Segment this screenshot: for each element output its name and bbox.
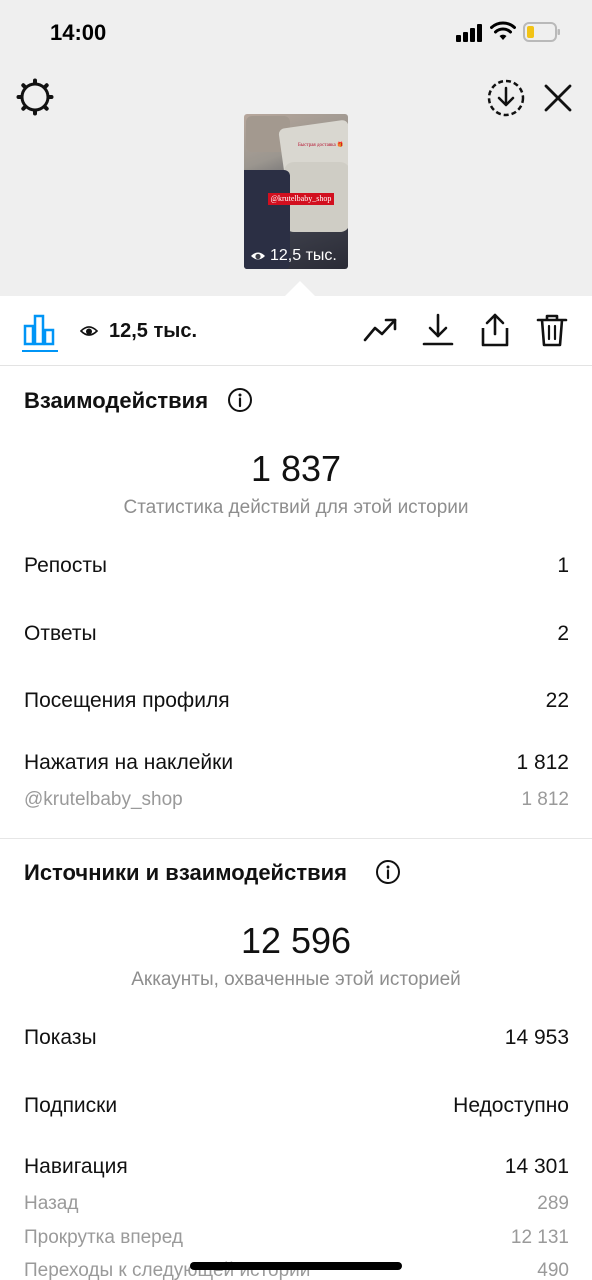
home-indicator[interactable] bbox=[190, 1262, 402, 1270]
discovery-subtitle: Аккаунты, охваченные этой историей bbox=[131, 969, 461, 990]
trending-up-icon[interactable] bbox=[362, 312, 398, 348]
stat-row-reposts: Репосты 1 bbox=[24, 554, 569, 578]
interactions-title: Взаимодействия bbox=[24, 388, 209, 413]
stat-row-profile-visits: Посещения профиля 22 bbox=[24, 689, 569, 713]
stat-label: Показы bbox=[24, 1026, 97, 1049]
stat-value: 1 bbox=[557, 554, 569, 577]
active-tab-indicator bbox=[22, 350, 58, 352]
stat-label: Посещения профиля bbox=[24, 689, 230, 712]
viewers-count[interactable]: 12,5 тыс. bbox=[109, 320, 197, 343]
stat-row-navigation: Навигация 14 301 bbox=[24, 1155, 569, 1179]
story-preview-area: 14:00 Быстрая доставка 🎁 @krutelbaby_sho… bbox=[0, 0, 592, 296]
stat-label: Нажатия на наклейки bbox=[24, 751, 234, 774]
stat-value: 14 301 bbox=[504, 1155, 569, 1178]
discovery-title: Источники и взаимодействия bbox=[24, 860, 347, 885]
stat-label: Прокрутка вперед bbox=[24, 1227, 183, 1248]
cellular-signal-icon bbox=[456, 24, 484, 42]
info-icon[interactable] bbox=[375, 859, 401, 885]
stat-value: 289 bbox=[537, 1193, 569, 1214]
stat-row-replies: Ответы 2 bbox=[24, 622, 569, 646]
settings-gear-icon[interactable] bbox=[16, 78, 54, 116]
stat-subrow-back: Назад 289 bbox=[24, 1193, 569, 1215]
stat-value: Недоступно bbox=[453, 1094, 569, 1117]
interactions-subtitle: Статистика действий для этой истории bbox=[123, 497, 469, 518]
story-views-overlay: 12,5 тыс. bbox=[250, 247, 337, 265]
status-bar: 14:00 bbox=[0, 0, 592, 64]
stat-label: Подписки bbox=[24, 1094, 118, 1117]
story-caption: Быстрая доставка 🎁 bbox=[298, 143, 344, 148]
stat-label: Репосты bbox=[24, 554, 108, 577]
download-icon[interactable] bbox=[420, 312, 456, 348]
interactions-total: 1 837 bbox=[250, 448, 342, 489]
story-thumbnail[interactable]: Быстрая доставка 🎁 @krutelbaby_shop 12,5… bbox=[244, 114, 348, 269]
stat-value: 22 bbox=[545, 689, 569, 712]
close-icon[interactable] bbox=[540, 80, 576, 116]
stat-row-impressions: Показы 14 953 bbox=[24, 1026, 569, 1050]
discovery-total: 12 596 bbox=[240, 920, 352, 961]
section-divider bbox=[0, 838, 592, 839]
insights-toolbar: 12,5 тыс. bbox=[0, 296, 592, 366]
info-icon[interactable] bbox=[227, 387, 253, 413]
stat-value: 14 953 bbox=[504, 1026, 569, 1049]
eye-icon bbox=[80, 326, 98, 336]
download-circle-icon[interactable] bbox=[486, 78, 526, 118]
story-views-count: 12,5 тыс. bbox=[270, 247, 337, 264]
stat-row-follows: Подписки Недоступно bbox=[24, 1094, 569, 1118]
status-time: 14:00 bbox=[50, 20, 107, 45]
thumbnail-pointer bbox=[284, 281, 316, 297]
stat-label: @krutelbaby_shop bbox=[24, 789, 183, 810]
wifi-icon bbox=[490, 21, 516, 40]
bar-chart-icon[interactable] bbox=[22, 312, 58, 348]
stat-label: Навигация bbox=[24, 1155, 128, 1178]
stat-value: 1 812 bbox=[521, 789, 569, 810]
stat-value: 12 131 bbox=[510, 1227, 569, 1248]
share-icon[interactable] bbox=[477, 312, 513, 348]
stat-value: 490 bbox=[537, 1260, 569, 1280]
stat-value: 1 812 bbox=[516, 751, 569, 774]
stat-value: 2 bbox=[557, 622, 569, 645]
story-mention-sticker: @krutelbaby_shop bbox=[268, 193, 334, 205]
stat-subrow-mention-sticker: @krutelbaby_shop 1 812 bbox=[24, 789, 569, 811]
trash-icon[interactable] bbox=[534, 312, 570, 348]
stat-subrow-forward: Прокрутка вперед 12 131 bbox=[24, 1227, 569, 1249]
stat-row-sticker-taps: Нажатия на наклейки 1 812 bbox=[24, 751, 569, 775]
eye-icon bbox=[251, 252, 265, 260]
stat-label: Назад bbox=[24, 1193, 79, 1214]
stat-label: Ответы bbox=[24, 622, 97, 645]
battery-icon bbox=[523, 22, 560, 42]
